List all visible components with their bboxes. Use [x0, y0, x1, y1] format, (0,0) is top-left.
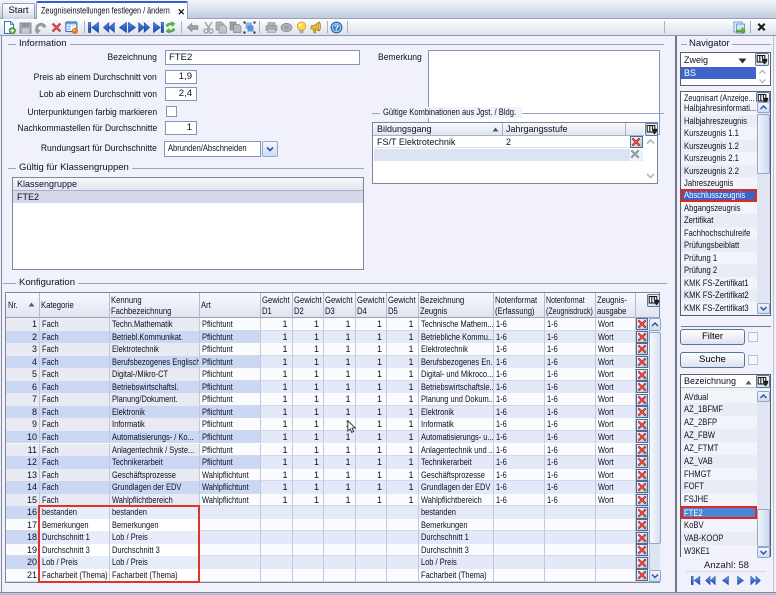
- svg-text:?: ?: [334, 22, 339, 32]
